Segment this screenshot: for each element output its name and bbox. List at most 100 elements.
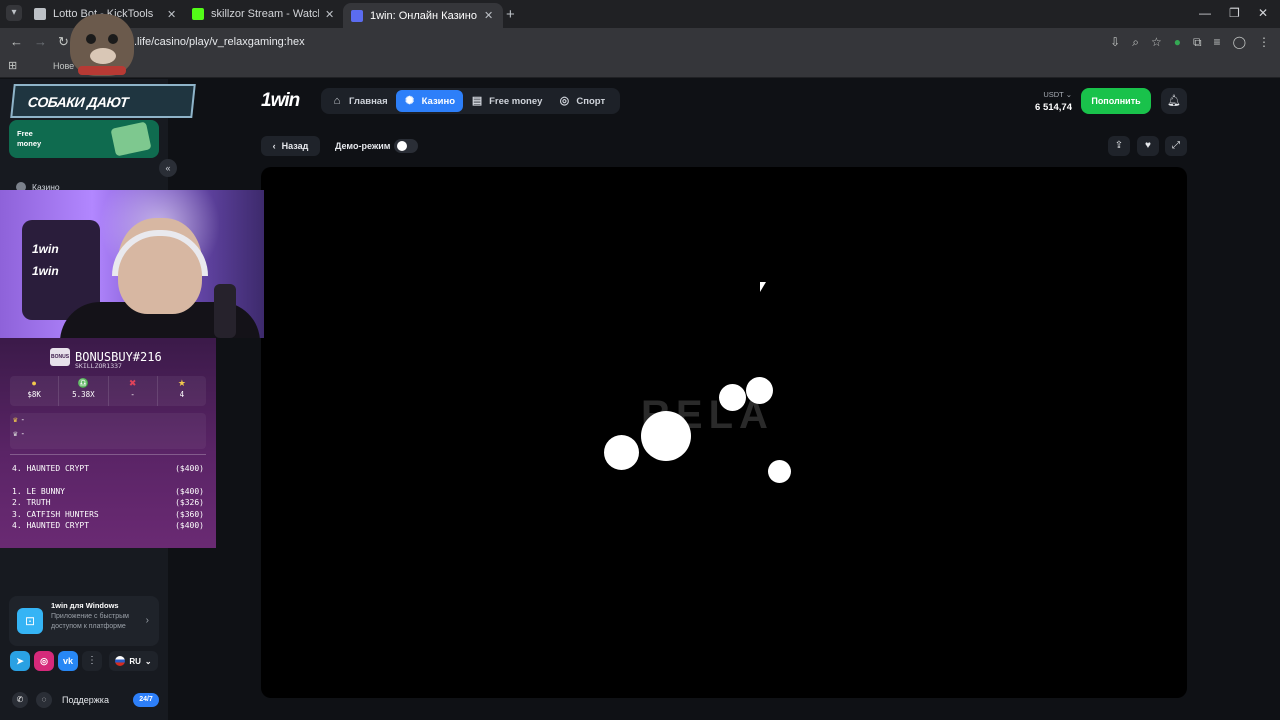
game-frame[interactable]: RELA: [261, 167, 1187, 698]
back-arrow-icon[interactable]: ←: [10, 34, 23, 49]
stat-budget: ● $8K: [10, 376, 60, 406]
back-button[interactable]: ‹ Назад: [261, 136, 320, 156]
maximize-icon[interactable]: ❐: [1229, 6, 1240, 20]
demo-mode-toggle[interactable]: [394, 139, 418, 153]
nav-sport[interactable]: ◎ Спорт: [550, 90, 613, 112]
collapse-sidebar-icon[interactable]: «: [159, 159, 177, 177]
language-selector[interactable]: RU ⌄: [109, 651, 158, 671]
cash-icon: [110, 121, 152, 157]
reload-icon[interactable]: ↻: [58, 34, 69, 50]
support-row[interactable]: ✆ ◌ Поддержка 24/7: [0, 688, 168, 712]
phone-icon[interactable]: ✆: [12, 692, 28, 708]
back-label: Назад: [281, 141, 309, 151]
toggle-knob: [397, 141, 407, 151]
close-tab-icon[interactable]: ✕: [325, 8, 334, 21]
nav-label: Главная: [349, 95, 388, 107]
stream-banner-overlay: СОБАКИ ДАЮТ: [10, 84, 196, 118]
balance-selector[interactable]: USDT ⌄ 6 514,74: [1030, 90, 1072, 113]
tab-title: 1win: Онлайн Казино и Ставки: [370, 9, 478, 22]
slot-cost: ($400): [175, 487, 204, 496]
grid-favicon-icon: [34, 8, 46, 20]
fullscreen-icon[interactable]: ⤢: [1165, 136, 1187, 156]
banner-text: Free money: [17, 129, 42, 148]
install-app-icon[interactable]: ⇩: [1110, 35, 1120, 50]
stat-value: -: [130, 390, 135, 399]
bookmark-star-icon[interactable]: ☆: [1151, 35, 1162, 50]
support-24-7-badge: 24/7: [133, 693, 159, 707]
windows-app-title: 1win для Windows: [51, 601, 119, 610]
loading-dot: [768, 460, 791, 483]
bonus-stats: ● $8K ♎ 5.38X ✖ - ★ 4: [10, 376, 206, 406]
star-icon: ★: [177, 378, 186, 388]
bonus-best-worst: ♛ - ♛ -: [10, 413, 206, 449]
stream-banner-text: СОБАКИ ДАЮТ: [27, 94, 129, 110]
loading-dot: [719, 384, 746, 411]
free-money-banner[interactable]: Free money: [9, 120, 159, 158]
chat-bubble-icon[interactable]: ◌: [36, 692, 52, 708]
stat-losses: ✖ -: [109, 376, 158, 406]
chevron-left-icon: ‹: [272, 141, 276, 151]
close-tab-icon[interactable]: ✕: [484, 9, 493, 22]
gold-crown-icon: ♛: [13, 415, 18, 424]
slot-cost: ($400): [175, 520, 204, 530]
microphone: [214, 284, 236, 338]
forward-arrow-icon[interactable]: →: [34, 34, 47, 49]
deposit-button[interactable]: Пополнить: [1081, 88, 1151, 114]
zoom-icon[interactable]: ⌕: [1132, 35, 1139, 50]
close-window-icon[interactable]: ✕: [1258, 6, 1268, 20]
notifications-bell-icon[interactable]: 🔔︎: [1161, 88, 1187, 114]
address-bar-actions: ⇩ ⌕ ☆ ● ⧉ ≡ ◯ ⋮: [1110, 35, 1270, 50]
media-controls-icon[interactable]: ≡: [1214, 35, 1221, 50]
tab-search-button[interactable]: ▾: [6, 5, 22, 21]
list-item: 2. TRUTH ($326): [12, 497, 204, 508]
tab-skillzor-stream[interactable]: skillzor Stream - Watch Live on ✕: [184, 3, 344, 25]
bookmarks-bar: ⊞ Нове: [0, 56, 1280, 78]
list-item: 4. HAUNTED CRYPT ($400): [12, 520, 204, 531]
1win-logo[interactable]: 1win: [261, 90, 300, 112]
share-icon[interactable]: ⇪: [1108, 136, 1130, 156]
casino-chip-icon: ✺: [405, 95, 415, 107]
tab-1win-casino[interactable]: 1win: Онлайн Казино и Ставки ✕: [343, 3, 503, 28]
nav-free-money[interactable]: ▤ Free money: [463, 90, 550, 112]
language-label: RU: [129, 656, 141, 666]
more-socials-icon[interactable]: ⋮: [82, 651, 102, 671]
minimize-icon[interactable]: —: [1199, 6, 1211, 20]
instagram-icon[interactable]: ◎: [34, 651, 54, 671]
current-bonus: 4. HAUNTED CRYPT ($400): [12, 463, 204, 474]
support-label: Поддержка: [62, 695, 109, 705]
stat-value: 4: [179, 390, 185, 399]
windows-app-card[interactable]: ⊡ 1win для Windows Приложение с быстрым …: [9, 596, 159, 646]
url-field[interactable]: .life/casino/play/v_relaxgaming:hex: [134, 36, 305, 48]
nav-casino[interactable]: ✺ Казино: [395, 90, 464, 112]
coin-icon: ●: [31, 378, 37, 388]
stat-multiplier: ♎ 5.38X: [59, 376, 109, 406]
telegram-icon[interactable]: ➤: [10, 651, 30, 671]
extension-green-icon[interactable]: ●: [1174, 35, 1181, 50]
loading-dot: [746, 377, 773, 404]
address-bar: ← → ↻ .life/casino/play/v_relaxgaming:he…: [0, 28, 1280, 56]
nav-home[interactable]: ⌂ Главная: [323, 90, 396, 112]
profile-icon[interactable]: ◯: [1233, 35, 1246, 50]
vk-icon[interactable]: vk: [58, 651, 78, 671]
slot-name: 2. TRUTH: [12, 498, 51, 508]
browser-tab-bar: ▾ Lotto Bot - KickTools ✕ skillzor Strea…: [0, 0, 1280, 28]
main-nav: ⌂ Главная ✺ Казино ▤ Free money ◎ Спорт: [321, 88, 620, 114]
slot-name: 4. HAUNTED CRYPT: [12, 464, 90, 473]
bonus-hunt-subtitle: SKILLZOR1337: [75, 362, 122, 370]
apps-grid-icon[interactable]: ⊞: [8, 59, 17, 72]
slot-cost: ($326): [175, 498, 204, 508]
close-tab-icon[interactable]: ✕: [167, 8, 176, 21]
loading-dot: [641, 411, 691, 461]
windows-app-description: Приложение с быстрым доступом к платформ…: [51, 613, 129, 630]
favorite-heart-icon[interactable]: ♥: [1137, 136, 1159, 156]
list-item: 1. LE BUNNY ($400): [12, 486, 204, 497]
bookmark-item[interactable]: Нове: [53, 61, 74, 71]
stat-count: ★ 4: [158, 376, 206, 406]
new-tab-button[interactable]: +: [506, 6, 515, 23]
loading-dot: [604, 435, 639, 470]
chevron-down-icon: ⌄: [144, 656, 152, 666]
extensions-puzzle-icon[interactable]: ⧉: [1193, 35, 1202, 50]
stat-value: 5.38X: [72, 390, 95, 399]
browser-menu-icon[interactable]: ⋮: [1258, 35, 1270, 50]
divider: [10, 454, 206, 455]
